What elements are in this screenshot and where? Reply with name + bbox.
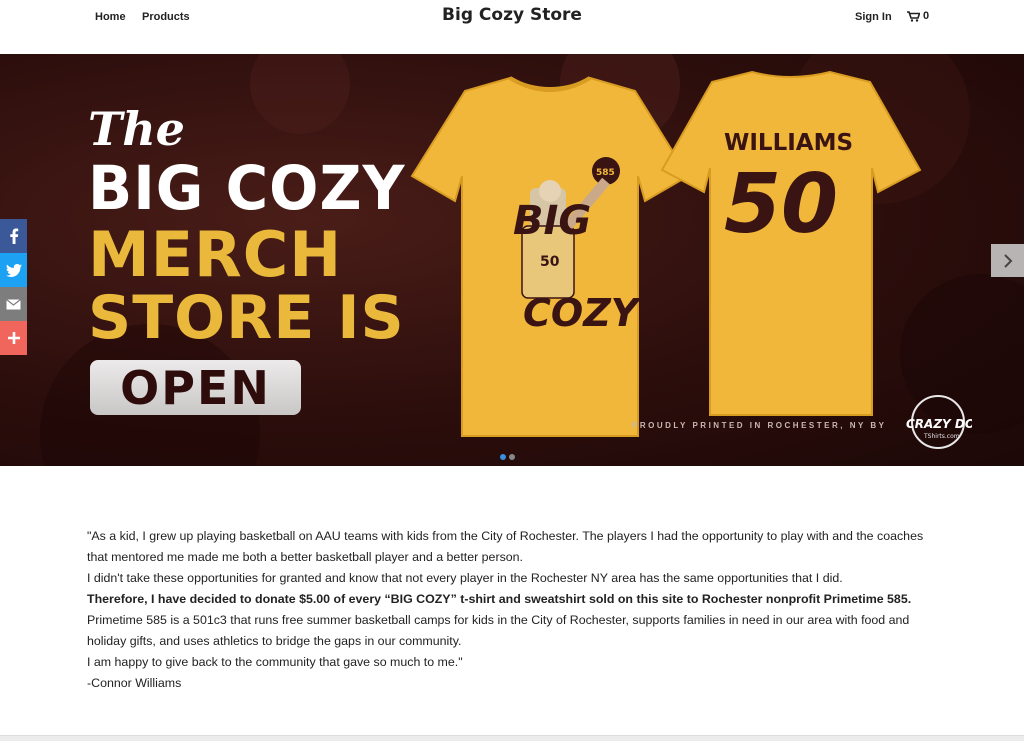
chevron-right-icon — [1003, 253, 1012, 268]
cart-count: 0 — [923, 10, 930, 22]
quote-content: "As a kid, I grew up playing basketball … — [87, 526, 937, 694]
twitter-icon — [5, 263, 22, 277]
share-more-button[interactable] — [0, 321, 27, 355]
carousel-dots — [500, 454, 515, 460]
hero-line-3: STORE IS — [88, 283, 405, 353]
svg-text:TShirts.com: TShirts.com — [923, 433, 960, 440]
quote-paragraph-1: "As a kid, I grew up playing basketball … — [87, 529, 924, 564]
shirt-front-ball-number: 585 — [596, 168, 615, 178]
share-twitter-button[interactable] — [0, 253, 27, 287]
open-badge: OPEN — [90, 360, 301, 415]
cart-icon — [907, 10, 920, 22]
email-icon — [6, 298, 21, 309]
shirt-back-number: 50 — [724, 157, 838, 252]
hero-line-2: MERCH — [88, 218, 343, 291]
quote-paragraph-3: Primetime 585 is a 501c3 that runs free … — [87, 613, 910, 648]
site-header: Home Products Big Cozy Store Sign In 0 — [0, 0, 1024, 54]
share-facebook-button[interactable] — [0, 219, 27, 253]
share-bar — [0, 219, 27, 355]
shirt-front-image: 50 BIG COZY 585 — [410, 76, 690, 437]
carousel-dot-2[interactable] — [509, 454, 515, 460]
hero-line-1: BIG COZY — [88, 152, 406, 224]
bottom-bar — [0, 735, 1024, 741]
hero-banner[interactable]: The BIG COZY MERCH STORE IS OPEN 50 BIG … — [0, 54, 1024, 466]
svg-text:CRAZY DOG: CRAZY DOG — [906, 417, 972, 431]
open-badge-label: OPEN — [120, 360, 271, 415]
crazy-dog-logo: CRAZY DOG TShirts.com — [906, 395, 972, 449]
shirt-front-big: BIG — [513, 198, 591, 244]
hero-the-script: The — [88, 102, 185, 156]
quote-paragraph-4: I am happy to give back to the community… — [87, 655, 463, 669]
shirt-front-cozy: COZY — [523, 291, 642, 335]
sign-in-link[interactable]: Sign In — [855, 11, 892, 23]
quote-signature: -Connor Williams — [87, 676, 182, 690]
shirt-back-image: WILLIAMS 50 — [660, 70, 922, 416]
carousel-next-button[interactable] — [991, 244, 1024, 277]
cart-button[interactable]: 0 — [907, 10, 929, 22]
quote-paragraph-donation: Therefore, I have decided to donate $5.0… — [87, 592, 912, 606]
facebook-icon — [9, 228, 18, 244]
shirt-back-name: WILLIAMS — [724, 130, 853, 156]
printed-note: PROUDLY PRINTED IN ROCHESTER, NY BY — [632, 421, 887, 430]
shirt-front-number: 50 — [540, 254, 560, 270]
plus-icon — [7, 332, 20, 344]
quote-paragraph-2: I didn't take these opportunities for gr… — [87, 571, 843, 585]
carousel-dot-1[interactable] — [500, 454, 506, 460]
share-email-button[interactable] — [0, 287, 27, 321]
